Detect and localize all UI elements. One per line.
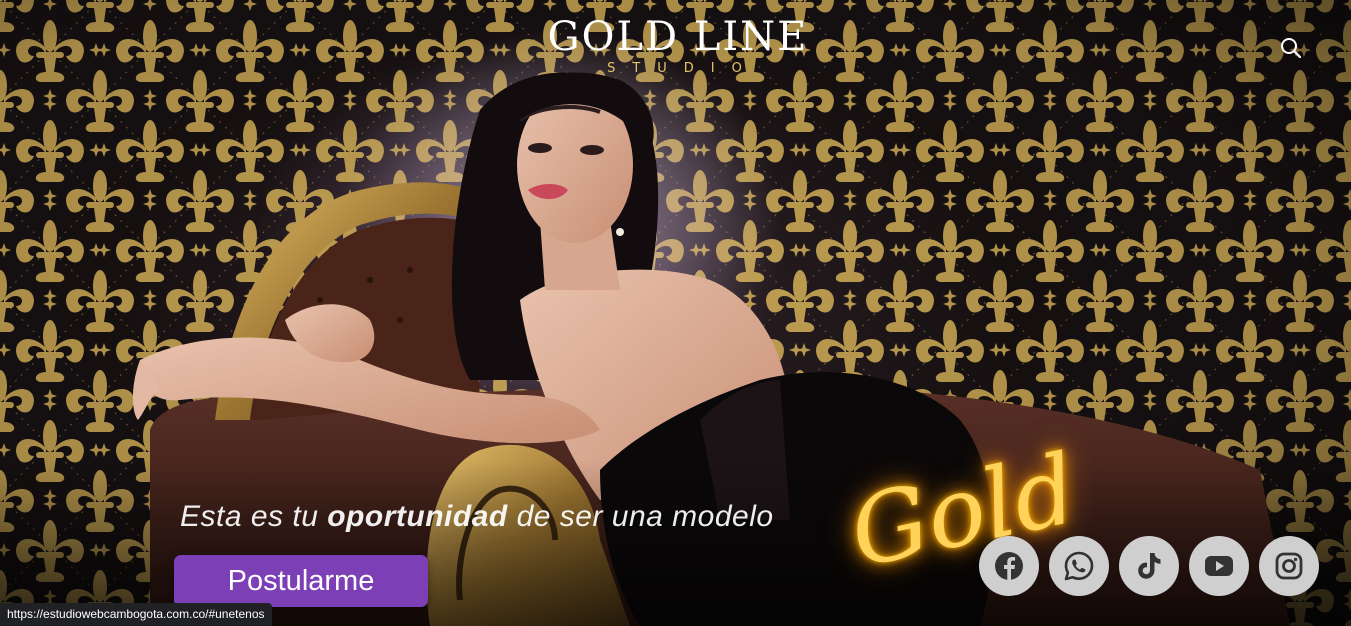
logo-title: GOLD LINE [547,14,809,60]
tagline-start: Esta es tu [180,500,319,533]
facebook-link[interactable] [979,536,1039,596]
search-button[interactable] [1278,35,1304,61]
facebook-icon [995,552,1023,580]
youtube-icon [1205,556,1233,576]
search-icon [1281,38,1302,59]
instagram-link[interactable] [1259,536,1319,596]
whatsapp-icon [1064,551,1094,581]
tagline-emphasis: oportunidad [327,500,508,533]
whatsapp-link[interactable] [1049,536,1109,596]
tiktok-icon [1138,553,1161,579]
tiktok-link[interactable] [1119,536,1179,596]
status-bar-url: https://estudiowebcambogota.com.co/#unet… [0,603,272,626]
postularme-button[interactable]: Postularme [174,555,428,607]
hero-tagline: Esta es tu oportunidad de ser una modelo [180,500,774,534]
hero-section: GOLD LINE STUDIO Gold Esta es tu oportun… [0,0,1351,626]
tagline-end: de ser una modelo [516,500,774,533]
youtube-link[interactable] [1189,536,1249,596]
logo-subtitle: STUDIO [607,61,759,76]
instagram-icon [1275,552,1303,580]
site-logo[interactable]: GOLD LINE STUDIO [528,14,828,84]
